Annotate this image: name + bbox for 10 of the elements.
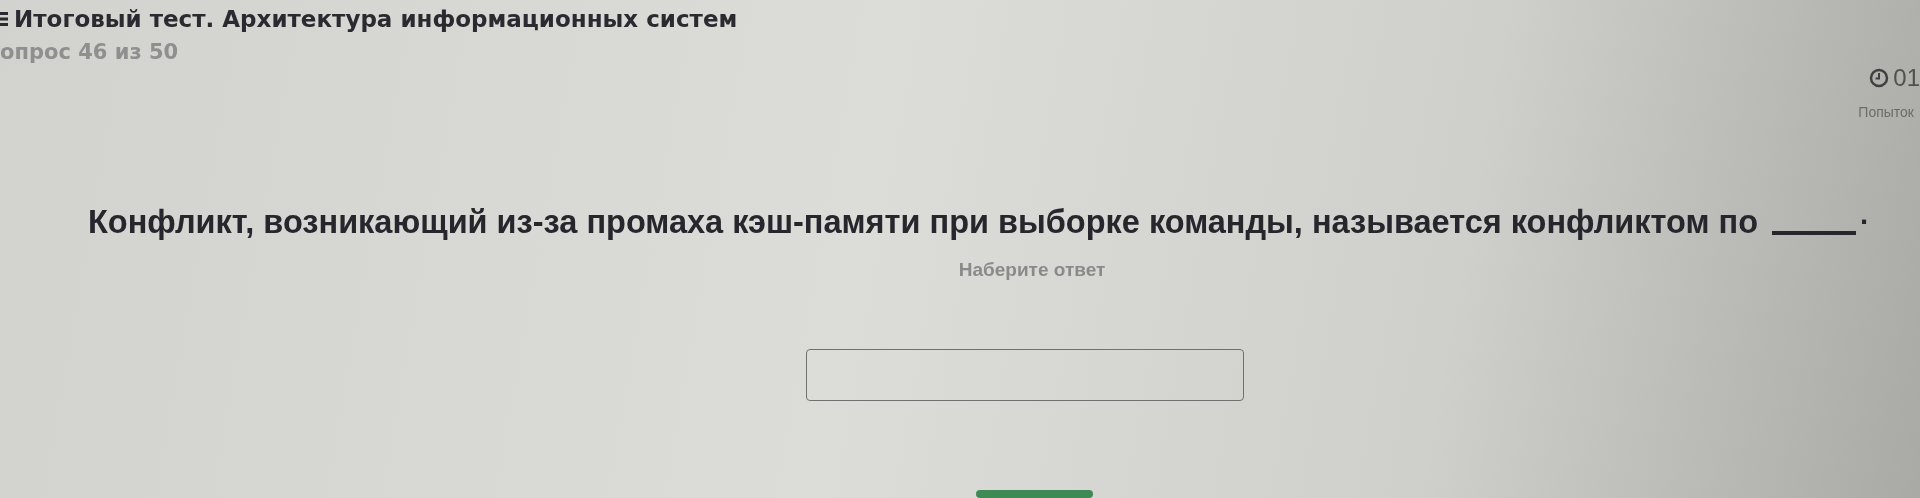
question-counter: опрос 46 из 50 (0, 40, 180, 64)
answer-prompt: Наберите ответ (958, 259, 1106, 281)
attempts-label: Попыток (1858, 104, 1915, 120)
question-text: Конфликт, возникающий из-за промаха кэш-памяти при выборке команды, называется конфликтом по (88, 204, 1759, 241)
answer-field[interactable] (806, 349, 1244, 401)
test-title: Итоговый тест. Архитектура информационных систем (14, 6, 738, 32)
clock-icon (1869, 68, 1890, 88)
menu-icon[interactable] (0, 11, 8, 27)
question-period: . (1860, 198, 1869, 231)
timer-text: 01 (1893, 64, 1920, 92)
